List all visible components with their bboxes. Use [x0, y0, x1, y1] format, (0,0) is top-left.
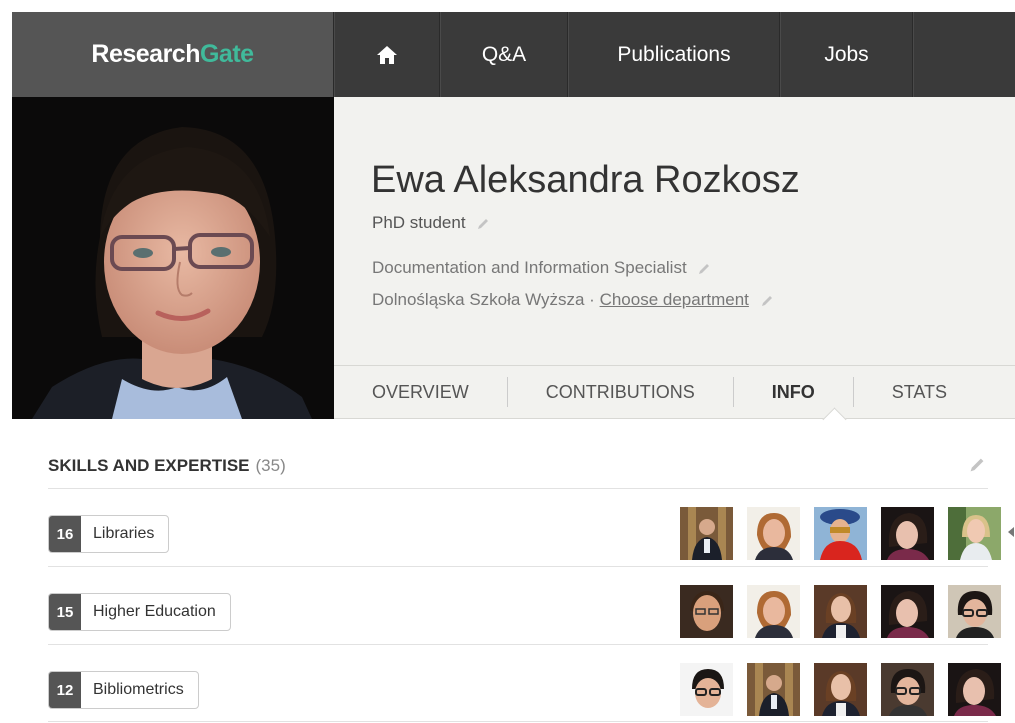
nav-jobs[interactable]: Jobs — [780, 12, 913, 97]
profile-header: Ewa Aleksandra Rozkosz PhD student Docum… — [334, 97, 1015, 365]
endorser-avatars — [680, 585, 1001, 638]
nav-home[interactable] — [334, 12, 440, 97]
profile-institution: Dolnośląska Szkoła Wyższa · Choose depar… — [372, 290, 774, 310]
nav-publications[interactable]: Publications — [568, 12, 780, 97]
endorser-avatar[interactable] — [814, 585, 867, 638]
endorser-avatar[interactable] — [948, 507, 1001, 560]
endorser-avatar[interactable] — [814, 507, 867, 560]
endorser-avatars — [680, 507, 1001, 560]
endorser-avatar[interactable] — [881, 507, 934, 560]
endorsement-count: 12 — [49, 672, 81, 708]
profile-photo-image — [12, 97, 334, 419]
skills-heading-text: SKILLS AND EXPERTISE — [48, 456, 250, 475]
edit-institution-pencil-icon[interactable] — [760, 294, 774, 308]
skill-tag-higher-education[interactable]: 15 Higher Education — [48, 593, 231, 631]
edit-position-pencil-icon[interactable] — [697, 262, 711, 276]
endorser-avatar[interactable] — [747, 585, 800, 638]
logo-part-gate: Gate — [199, 40, 254, 68]
separator-dot: · — [589, 290, 595, 309]
skill-label: Bibliometrics — [93, 681, 184, 698]
edit-skills-pencil-icon[interactable] — [968, 456, 986, 474]
nav-qa-label: Q&A — [481, 42, 527, 66]
endorser-avatar[interactable] — [948, 585, 1001, 638]
carousel-arrow-icon[interactable] — [1008, 527, 1014, 537]
home-icon — [377, 45, 397, 64]
profile-position: Documentation and Information Specialist — [372, 258, 711, 278]
nav-jobs-label: Jobs — [824, 42, 869, 66]
skill-tag-libraries[interactable]: 16 Libraries — [48, 515, 170, 553]
divider — [48, 566, 988, 567]
endorser-avatar[interactable] — [747, 507, 800, 560]
tab-overview[interactable]: OVERVIEW — [334, 377, 508, 407]
endorser-avatars — [680, 663, 1001, 716]
divider — [48, 644, 988, 645]
logo-text: ResearchGate — [91, 40, 254, 69]
nav-qa[interactable]: Q&A — [440, 12, 568, 97]
profile-role: PhD student — [372, 213, 490, 233]
profile-photo[interactable] — [12, 97, 334, 419]
nav-filler — [913, 12, 1013, 97]
endorser-avatar[interactable] — [948, 663, 1001, 716]
skill-label: Higher Education — [93, 603, 216, 620]
tab-contributions[interactable]: CONTRIBUTIONS — [508, 377, 734, 407]
logo-part-research: Research — [91, 40, 200, 68]
institution-name[interactable]: Dolnośląska Szkoła Wyższa — [372, 290, 584, 309]
profile-name: Ewa Aleksandra Rozkosz — [371, 159, 800, 201]
profile-tabs: OVERVIEW CONTRIBUTIONS INFO STATS — [334, 365, 1015, 419]
top-navigation-bar: ResearchGate Q&A Publications Jobs — [12, 12, 1015, 97]
endorser-avatar[interactable] — [680, 663, 733, 716]
tab-stats[interactable]: STATS — [854, 377, 985, 407]
skills-count: (35) — [255, 456, 286, 475]
skill-tag-bibliometrics[interactable]: 12 Bibliometrics — [48, 671, 199, 709]
endorser-avatar[interactable] — [881, 663, 934, 716]
profile-position-text: Documentation and Information Specialist — [372, 258, 687, 277]
endorsement-count: 16 — [49, 516, 81, 552]
endorser-avatar[interactable] — [680, 507, 733, 560]
endorsement-count: 15 — [49, 594, 81, 630]
endorser-avatar[interactable] — [680, 585, 733, 638]
choose-department-link[interactable]: Choose department — [600, 290, 749, 309]
endorser-avatar[interactable] — [881, 585, 934, 638]
skills-heading: SKILLS AND EXPERTISE (35) — [48, 456, 286, 476]
endorser-avatar[interactable] — [747, 663, 800, 716]
nav-publications-label: Publications — [617, 42, 731, 66]
endorser-avatar[interactable] — [814, 663, 867, 716]
skill-label: Libraries — [93, 525, 155, 542]
tab-info[interactable]: INFO — [734, 377, 854, 407]
divider — [48, 488, 988, 489]
edit-role-pencil-icon[interactable] — [476, 217, 490, 231]
profile-role-text: PhD student — [372, 213, 466, 232]
researchgate-logo[interactable]: ResearchGate — [12, 12, 334, 97]
divider — [48, 721, 988, 722]
